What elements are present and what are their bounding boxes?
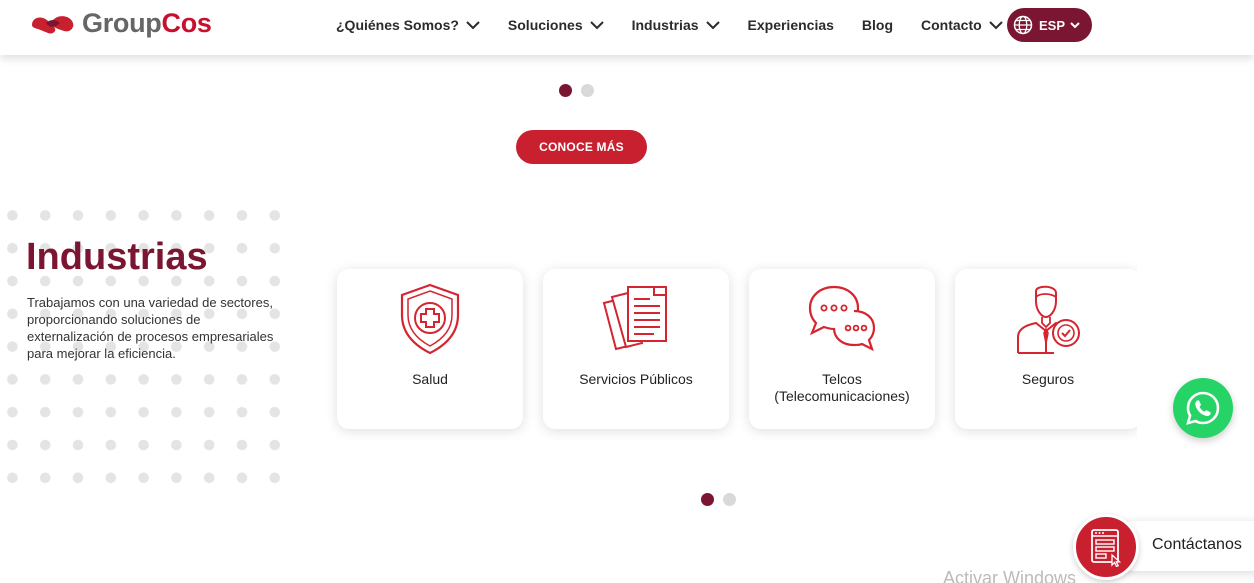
- chat-bubbles-icon: [808, 285, 876, 352]
- chevron-down-icon: [988, 21, 1003, 30]
- logo-text: GroupCos: [82, 8, 212, 38]
- nav-industrias[interactable]: Industrias: [632, 17, 720, 33]
- slider-dot-2[interactable]: [581, 84, 594, 97]
- nav-quienes-somos[interactable]: ¿Quiénes Somos?: [336, 17, 480, 33]
- language-selector[interactable]: ESP: [1007, 8, 1092, 42]
- language-label: ESP: [1038, 17, 1065, 33]
- nav-soluciones[interactable]: Soluciones: [508, 17, 604, 33]
- main-nav: ¿Quiénes Somos? Soluciones Industrias Ex…: [336, 8, 1031, 42]
- contact-form-icon: [1091, 529, 1122, 567]
- insurance-agent-icon: [1017, 285, 1080, 354]
- whatsapp-button[interactable]: [1173, 378, 1233, 438]
- card-label: Salud: [412, 371, 448, 387]
- hero-slider-dots: [559, 84, 594, 97]
- industries-slider-dots: [701, 493, 736, 506]
- windows-activation-watermark: Activar Windows: [943, 568, 1077, 583]
- logo[interactable]: GroupCos: [28, 8, 212, 39]
- contact-button[interactable]: [1073, 514, 1139, 580]
- industry-card-salud[interactable]: Salud: [337, 269, 523, 429]
- industry-card-telcos[interactable]: Telcos (Telecomunicaciones): [749, 269, 935, 429]
- slider-dot-1[interactable]: [701, 493, 714, 506]
- nav-blog[interactable]: Blog: [862, 17, 893, 33]
- globe-icon: [1013, 15, 1033, 35]
- chevron-down-icon: [1070, 22, 1080, 29]
- whatsapp-icon: [1186, 391, 1220, 425]
- documents-icon: [602, 286, 667, 351]
- groupcos-logo-icon: [32, 15, 74, 34]
- industry-card-seguros[interactable]: Seguros: [955, 269, 1137, 429]
- industries-carousel: Salud Servicios Públicos Telcos (Telecom…: [326, 258, 1137, 443]
- conoce-mas-button[interactable]: CONOCE MÁS: [516, 130, 647, 164]
- contact-label[interactable]: Contáctanos: [1152, 536, 1242, 554]
- nav-contacto[interactable]: Contacto: [921, 17, 1003, 33]
- chevron-down-icon: [589, 21, 604, 30]
- health-shield-icon: [400, 283, 460, 355]
- card-label: Seguros: [1021, 371, 1075, 387]
- industry-card-servicios-publicos[interactable]: Servicios Públicos: [543, 269, 729, 429]
- site-header: GroupCos ¿Quiénes Somos? Soluciones Indu…: [0, 0, 1254, 55]
- section-title: Industrias: [26, 236, 208, 278]
- chevron-down-icon: [466, 21, 480, 30]
- chevron-down-icon: [705, 21, 720, 30]
- card-label: Servicios Públicos: [579, 371, 693, 387]
- slider-dot-2[interactable]: [723, 493, 736, 506]
- section-description: Trabajamos con una variedad de sectores,…: [27, 295, 274, 361]
- nav-experiencias[interactable]: Experiencias: [748, 17, 834, 33]
- slider-dot-1[interactable]: [559, 84, 572, 97]
- card-label: Telcos (Telecomunicaciones): [774, 371, 910, 404]
